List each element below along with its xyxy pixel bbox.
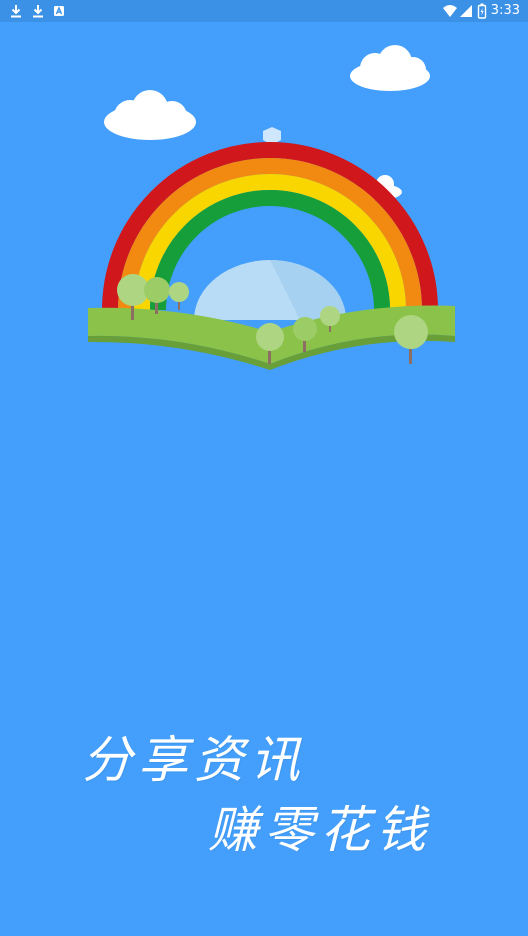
download-icon <box>11 5 21 18</box>
tree-icon <box>169 282 189 310</box>
status-time: 3:33 <box>490 3 520 18</box>
tree-icon <box>394 315 428 364</box>
cloud-icon <box>350 45 430 91</box>
battery-icon <box>477 3 487 19</box>
wifi-icon <box>443 5 457 17</box>
slogan-line-2: 赚零花钱 <box>208 801 432 859</box>
status-bar: 3:33 <box>0 0 528 22</box>
slogan-line-1: 分享资讯 <box>82 731 306 789</box>
cloud-icon <box>104 90 196 140</box>
cell-signal-icon <box>460 5 472 17</box>
download-icon <box>33 5 43 18</box>
app-notification-icon <box>54 6 64 16</box>
rainbow-illustration <box>88 45 455 370</box>
splash-screen: 3:33 分享资讯 赚零花钱 <box>0 0 528 936</box>
